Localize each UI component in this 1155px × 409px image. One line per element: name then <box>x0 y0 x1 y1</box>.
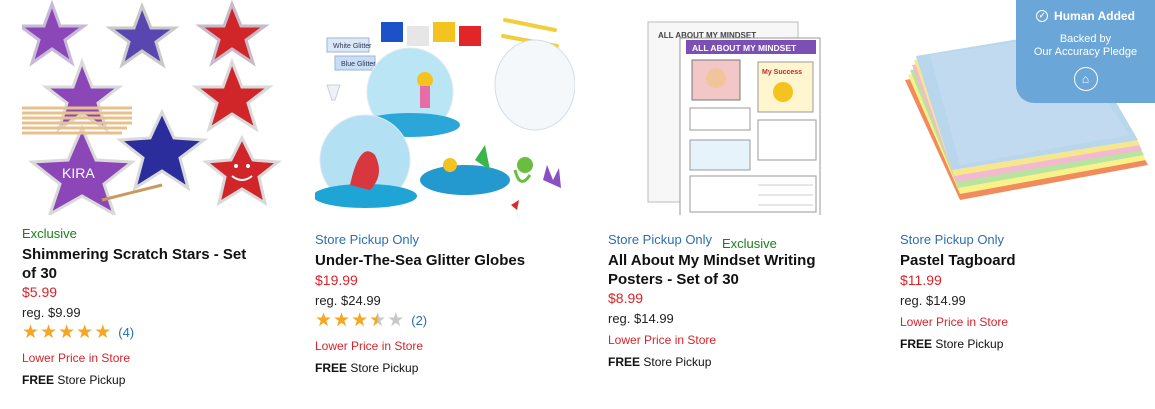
exclusive-badge: Exclusive <box>22 226 77 241</box>
image-text-white-glitter: White Glitter <box>333 43 372 50</box>
regular-price: reg. $24.99 <box>315 293 381 308</box>
lower-price-in-store: Lower Price in Store <box>315 339 424 353</box>
home-icon[interactable]: ⌂ <box>1073 67 1098 91</box>
product-card-mindset-posters[interactable]: ALL ABOUT MY MINDSET ALL ABOUT MY MINDSE… <box>608 0 878 369</box>
image-text-blue-glitter: Blue Glitter <box>341 61 376 68</box>
product-image[interactable]: ALL ABOUT MY MINDSET ALL ABOUT MY MINDSE… <box>608 0 868 215</box>
image-text: KIRA <box>62 165 95 181</box>
rating[interactable]: ★ ★ ★ ★ ★ (4) <box>22 323 134 342</box>
badge-line2: Our Accuracy Pledge <box>1033 46 1138 58</box>
free-store-pickup: FREE Store Pickup <box>900 337 1004 351</box>
star-icon: ★ <box>40 322 58 343</box>
free-store-pickup: FREE Store Pickup <box>608 355 712 369</box>
store-pickup-only: Store Pickup Only <box>315 232 420 247</box>
sale-price: $8.99 <box>608 290 644 306</box>
star-icon: ★ <box>94 322 112 343</box>
lower-price-in-store: Lower Price in Store <box>22 351 131 365</box>
review-count[interactable]: (2) <box>411 313 427 328</box>
free-store-pickup: FREE Store Pickup <box>22 373 126 387</box>
exclusive-badge: Exclusive <box>722 236 777 251</box>
star-empty-icon: ★ <box>387 310 405 331</box>
check-circle-icon: ✓ <box>1036 10 1049 22</box>
product-image[interactable]: KIRA <box>22 0 282 215</box>
sale-price: $19.99 <box>315 272 358 288</box>
product-title[interactable]: All About My Mindset Writing Posters - S… <box>608 251 848 289</box>
product-title[interactable]: Under-The-Sea Glitter Globes <box>315 251 555 270</box>
rating[interactable]: ★ ★ ★ ★ ★ (2) <box>315 311 427 330</box>
product-card-scratch-stars[interactable]: KIRA Exclusive Shimmering Scratch Stars … <box>22 0 292 387</box>
product-title[interactable]: Shimmering Scratch Stars - Set of 30 <box>22 245 262 283</box>
image-heading: ALL ABOUT MY MINDSET <box>692 43 797 53</box>
regular-price: reg. $14.99 <box>608 311 674 326</box>
review-count[interactable]: (4) <box>118 325 134 340</box>
star-icon: ★ <box>315 310 333 331</box>
lower-price-in-store: Lower Price in Store <box>900 315 1009 329</box>
product-card-glitter-globes[interactable]: White Glitter Blue Glitter Store Pickup … <box>315 0 585 375</box>
star-half-icon: ★ <box>369 310 387 331</box>
image-success: My Success <box>762 69 802 76</box>
star-icon: ★ <box>333 310 351 331</box>
star-icon: ★ <box>351 310 369 331</box>
star-icon: ★ <box>76 322 94 343</box>
sale-price: $11.99 <box>900 272 942 288</box>
product-image[interactable]: White Glitter Blue Glitter <box>315 0 575 215</box>
human-added-badge[interactable]: ✓ Human Added Backed by Our Accuracy Ple… <box>1016 0 1155 103</box>
store-pickup-only: Store Pickup Only <box>608 232 713 247</box>
regular-price: reg. $9.99 <box>22 305 81 320</box>
badge-title: Human Added <box>1054 9 1135 23</box>
lower-price-in-store: Lower Price in Store <box>608 333 717 347</box>
store-pickup-only: Store Pickup Only <box>900 232 1005 247</box>
star-icon: ★ <box>22 322 40 343</box>
free-store-pickup: FREE Store Pickup <box>315 361 419 375</box>
product-title[interactable]: Pastel Tagboard <box>900 251 1140 270</box>
badge-line1: Backed by <box>1059 33 1112 45</box>
sale-price: $5.99 <box>22 284 58 300</box>
star-icon: ★ <box>58 322 76 343</box>
regular-price: reg. $14.99 <box>900 293 966 308</box>
